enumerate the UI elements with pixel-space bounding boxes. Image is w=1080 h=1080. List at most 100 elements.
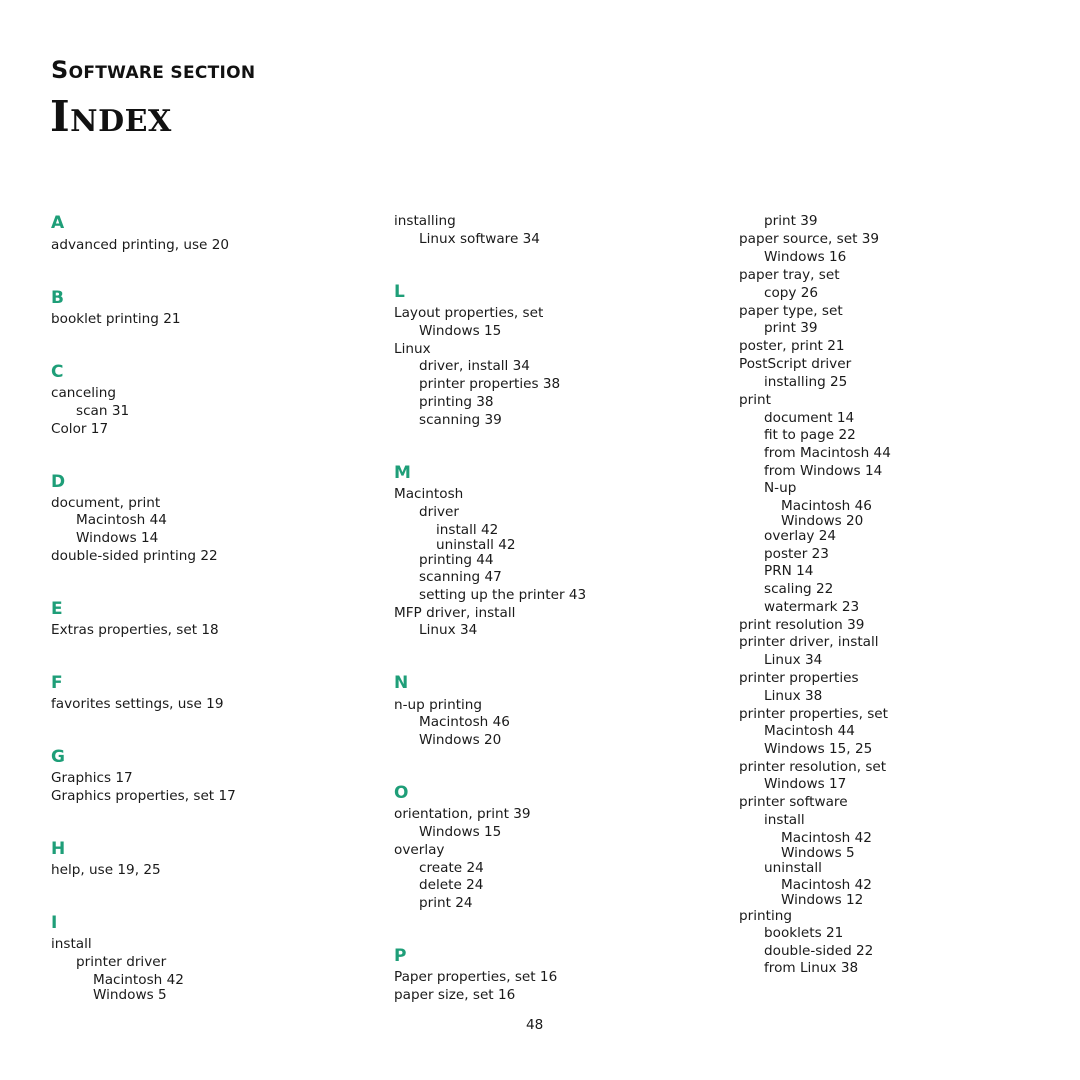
index-subentry: from Macintosh 44 [764, 445, 891, 461]
index-entry: double-sided printing 22 [51, 548, 218, 564]
index-subentry: poster 23 [764, 546, 829, 562]
index-subentry: PRN 14 [764, 563, 814, 579]
index-subentry: Windows 15 [419, 323, 502, 339]
index-subentry: Windows 5 [781, 845, 855, 861]
index-letter-heading: C [51, 362, 64, 382]
index-entry: Graphics 17 [51, 770, 133, 786]
index-entry: installing [394, 213, 456, 229]
index-letter-heading: N [394, 673, 409, 693]
index-entry: Linux [394, 341, 431, 357]
index-entry: paper tray, set [739, 267, 840, 283]
index-subentry: install [764, 812, 805, 828]
index-subentry: uninstall [764, 860, 822, 876]
index-subentry: Windows 5 [93, 987, 167, 1003]
index-letter-heading: A [51, 213, 65, 233]
index-subentry: N-up [764, 480, 797, 496]
index-entry: help, use 19, 25 [51, 862, 161, 878]
index-subentry: copy 26 [764, 285, 819, 301]
page-number: 48 [526, 1017, 544, 1033]
index-entry: paper size, set 16 [394, 987, 516, 1003]
index-subentry: Windows 12 [781, 892, 864, 908]
index-subentry: Windows 17 [764, 776, 847, 792]
index-letter-heading: L [394, 282, 405, 302]
section-title-initial: S [51, 56, 69, 84]
index-subentry: printing 38 [419, 394, 494, 410]
index-letter-heading: O [394, 783, 409, 803]
index-entry: printer software [739, 794, 848, 810]
index-entry: Layout properties, set [394, 305, 544, 321]
index-subentry: scanning 47 [419, 569, 502, 585]
index-entry: advanced printing, use 20 [51, 237, 230, 253]
index-entry: Graphics properties, set 17 [51, 788, 236, 804]
index-subentry: Linux 34 [764, 652, 823, 668]
index-entry: Color 17 [51, 421, 109, 437]
index-letter-heading: F [51, 673, 63, 693]
index-letter-heading: I [51, 913, 58, 933]
index-letter-heading: P [394, 946, 407, 966]
index-subentry: scaling 22 [764, 581, 834, 597]
index-subentry: booklets 21 [764, 925, 844, 941]
index-subentry: printer properties 38 [419, 376, 561, 392]
index-subentry: print 24 [419, 895, 473, 911]
index-subentry: Macintosh 44 [764, 723, 855, 739]
index-subentry: Windows 15, 25 [764, 741, 873, 757]
index-entry: printer properties, set [739, 706, 889, 722]
index-subentry: Windows 15 [419, 824, 502, 840]
index-entry: paper source, set 39 [739, 231, 880, 247]
index-subentry: print 39 [764, 320, 818, 336]
index-subentry: Windows 14 [76, 530, 159, 546]
index-entry: orientation, print 39 [394, 806, 531, 822]
index-subentry: Macintosh 44 [76, 512, 167, 528]
index-subentry: installing 25 [764, 374, 848, 390]
index-subentry: Macintosh 46 [781, 498, 872, 514]
index-letter-heading: B [51, 288, 64, 308]
index-entry: Paper properties, set 16 [394, 969, 558, 985]
index-subentry: overlay 24 [764, 528, 837, 544]
index-subentry: uninstall 42 [436, 537, 516, 553]
page-title-rest: NDEX [70, 104, 172, 139]
index-subentry: Macintosh 42 [781, 877, 872, 893]
index-subentry: Linux software 34 [419, 231, 540, 247]
index-entry: MFP driver, install [394, 605, 516, 621]
index-subentry: document 14 [764, 410, 855, 426]
index-subentry: printer driver [76, 954, 167, 970]
index-entry: document, print [51, 495, 161, 511]
index-entry: install [51, 936, 92, 952]
index-subentry: watermark 23 [764, 599, 860, 615]
index-entry: canceling [51, 385, 117, 401]
index-subentry: setting up the printer 43 [419, 587, 587, 603]
index-entry: printer resolution, set [739, 759, 887, 775]
index-entry: printer properties [739, 670, 859, 686]
index-entry: printer driver, install [739, 634, 879, 650]
index-subentry: scan 31 [76, 403, 130, 419]
index-subentry: driver, install 34 [419, 358, 530, 374]
index-letter-heading: G [51, 747, 65, 767]
index-subentry: install 42 [436, 522, 499, 538]
index-subentry: from Linux 38 [764, 960, 859, 976]
index-entry: print [739, 392, 771, 408]
index-entry: n-up printing [394, 697, 483, 713]
page-title: INDEX [50, 92, 172, 141]
section-title-rest: OFTWARE SECTION [68, 63, 256, 83]
section-title: SOFTWARE SECTION [51, 56, 255, 84]
index-letter-heading: E [51, 599, 63, 619]
index-subentry: Macintosh 46 [419, 714, 510, 730]
index-subentry: Windows 16 [764, 249, 847, 265]
index-subentry: create 24 [419, 860, 484, 876]
index-entry: PostScript driver [739, 356, 852, 372]
index-subentry: scanning 39 [419, 412, 502, 428]
index-entry: Macintosh [394, 486, 464, 502]
index-entry: poster, print 21 [739, 338, 845, 354]
index-subentry: driver [419, 504, 459, 520]
index-subentry: Linux 38 [764, 688, 823, 704]
index-entry: print resolution 39 [739, 617, 865, 633]
index-subentry: Linux 34 [419, 622, 478, 638]
index-subentry: delete 24 [419, 877, 484, 893]
index-subentry: Windows 20 [781, 513, 864, 529]
index-letter-heading: D [51, 472, 66, 492]
index-subentry: print 39 [764, 213, 818, 229]
index-letter-heading: M [394, 463, 411, 483]
index-entry: booklet printing 21 [51, 311, 181, 327]
index-subentry: Windows 20 [419, 732, 502, 748]
index-subentry: double-sided 22 [764, 943, 874, 959]
